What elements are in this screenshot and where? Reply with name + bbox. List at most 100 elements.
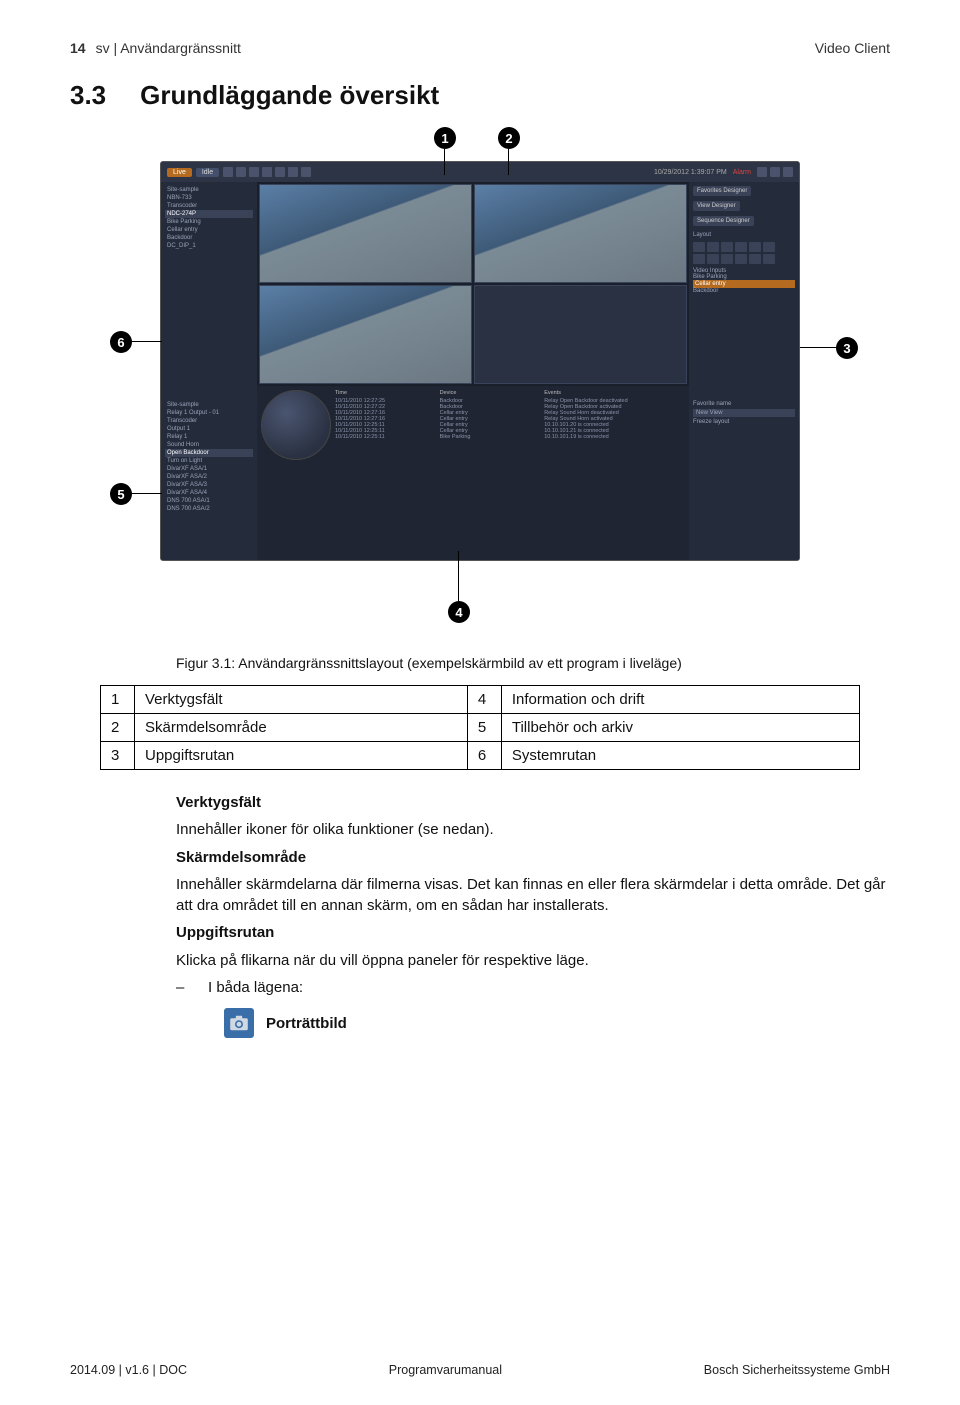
page-footer: 2014.09 | v1.6 | DOC Programvarumanual B… — [70, 1363, 890, 1377]
list-item: I båda lägena: — [208, 977, 303, 998]
legend-num: 5 — [467, 714, 501, 742]
col-events: Events — [544, 390, 685, 396]
input-item: Backdoor — [693, 288, 795, 294]
app-screenshot: Live Idle 10/29/2012 1:39:07 PM Alarm — [160, 161, 800, 561]
legend-num: 3 — [101, 742, 135, 770]
tree-item: DivarXF ASA/3 — [165, 481, 253, 489]
log-row: Bike Parking — [440, 434, 541, 440]
col-time: Time — [335, 390, 436, 396]
toolbar-icon — [301, 167, 311, 177]
callout-2: 2 — [498, 127, 520, 149]
tree-item: Cellar entry — [165, 226, 253, 234]
footer-left: 2014.09 | v1.6 | DOC — [70, 1363, 187, 1377]
breadcrumb: sv | Användargränssnitt — [96, 40, 241, 56]
tree-item: Site-sample — [165, 401, 253, 409]
subhead: Verktygsfält — [176, 792, 896, 813]
video-cell-empty — [474, 285, 687, 384]
toolbar-icon — [262, 167, 272, 177]
tree-item: Site-sample — [165, 186, 253, 194]
section-number: 3.3 — [70, 80, 106, 111]
tree-item: DNS 700 ASA/1 — [165, 497, 253, 505]
right-panel-lower: Favorite name New View Freeze layout — [689, 397, 799, 560]
legend-label: Verktygsfält — [135, 686, 468, 714]
section-title: Grundläggande översikt — [140, 80, 439, 111]
toolbar-icon — [275, 167, 285, 177]
legend-label: Systemrutan — [501, 742, 859, 770]
paragraph: Innehåller ikoner för olika funktioner (… — [176, 819, 896, 840]
col-device: Device — [440, 390, 541, 396]
legend-num: 4 — [467, 686, 501, 714]
right-panel-upper: Favorites Designer View Designer Sequenc… — [689, 182, 799, 397]
figure-caption: Figur 3.1: Användargränssnittslayout (ex… — [176, 655, 890, 671]
subhead: Uppgiftsrutan — [176, 922, 896, 943]
log-row: 10/11/2010 12:25:11 — [335, 434, 436, 440]
log-row: 10.10.101.19 is connected — [544, 434, 685, 440]
legend-num: 1 — [101, 686, 135, 714]
portrait-label: Porträttbild — [266, 1013, 347, 1034]
datetime: 10/29/2012 1:39:07 PM — [654, 169, 727, 176]
callout-1: 1 — [434, 127, 456, 149]
ptz-dial — [261, 390, 331, 460]
tree-item: Relay 1 — [165, 433, 253, 441]
page-header: 14 sv | Användargränssnitt Video Client — [70, 40, 890, 56]
footer-center: Programvarumanual — [389, 1363, 502, 1377]
video-cell — [259, 285, 472, 384]
callout-5: 5 — [110, 483, 132, 505]
toolbar-icon — [249, 167, 259, 177]
toolbar-icon — [770, 167, 780, 177]
right-tab: Favorites Designer — [693, 186, 751, 196]
right-tab: Sequence Designer — [693, 216, 754, 226]
tree-item: Transcoder — [165, 417, 253, 425]
toolbar-icon — [288, 167, 298, 177]
subhead: Skärmdelsområde — [176, 847, 896, 868]
tree-item: Sound Horn — [165, 441, 253, 449]
tree-item: Bike Parking — [165, 218, 253, 226]
tree-item: DC_DIP_1 — [165, 242, 253, 250]
tree-item: NBN-733 — [165, 194, 253, 202]
tree-item: Output 1 — [165, 425, 253, 433]
task-pane: Time 10/11/2010 12:27:25 10/11/2010 12:2… — [257, 386, 689, 560]
legend-label: Uppgiftsrutan — [135, 742, 468, 770]
tree-item: NDC-274P — [165, 210, 253, 218]
tree-item: Turn on Light — [165, 457, 253, 465]
toolbar-icon — [757, 167, 767, 177]
toolbar-icon — [223, 167, 233, 177]
alarm-indicator: Alarm — [733, 169, 751, 176]
toolbar-icon — [236, 167, 246, 177]
tree-item: Backdoor — [165, 234, 253, 242]
input-item: Cellar entry — [693, 280, 795, 288]
app-toolbar: Live Idle 10/29/2012 1:39:07 PM Alarm — [161, 162, 799, 182]
legend-label: Information och drift — [501, 686, 859, 714]
video-cell — [259, 184, 472, 283]
tree-item: DivarXF ASA/1 — [165, 465, 253, 473]
toolbar-icon — [783, 167, 793, 177]
left-tree-lower: Site-sample Relay 1 Output - 01 Transcod… — [161, 397, 257, 560]
mode-live-chip: Live — [167, 168, 192, 177]
callout-6: 6 — [110, 331, 132, 353]
video-grid — [257, 182, 689, 386]
legend-table: 1 Verktygsfält 4 Information och drift 2… — [100, 685, 860, 770]
tree-item: Open Backdoor — [165, 449, 253, 457]
tree-item: DivarXF ASA/4 — [165, 489, 253, 497]
legend-num: 2 — [101, 714, 135, 742]
body-text: Verktygsfält Innehåller ikoner för olika… — [176, 792, 896, 1038]
layout-grid — [693, 242, 795, 264]
tree-item: Relay 1 Output - 01 — [165, 409, 253, 417]
tree-item: DNS 700 ASA/2 — [165, 505, 253, 513]
list-dash: – — [176, 977, 190, 998]
tree-item: Transcoder — [165, 202, 253, 210]
fav-name-label: Favorite name — [693, 401, 795, 407]
video-cell — [474, 184, 687, 283]
callout-3: 3 — [836, 337, 858, 359]
camera-icon — [224, 1008, 254, 1038]
product-name: Video Client — [815, 40, 890, 56]
right-tab: View Designer — [693, 201, 740, 211]
callout-4: 4 — [448, 601, 470, 623]
freeze-layout: Freeze layout — [693, 419, 795, 425]
paragraph: Klicka på flikarna när du vill öppna pan… — [176, 950, 896, 971]
legend-num: 6 — [467, 742, 501, 770]
fav-name-value: New View — [693, 409, 795, 417]
legend-label: Tillbehör och arkiv — [501, 714, 859, 742]
legend-label: Skärmdelsområde — [135, 714, 468, 742]
mode-idle-chip: Idle — [196, 168, 219, 177]
